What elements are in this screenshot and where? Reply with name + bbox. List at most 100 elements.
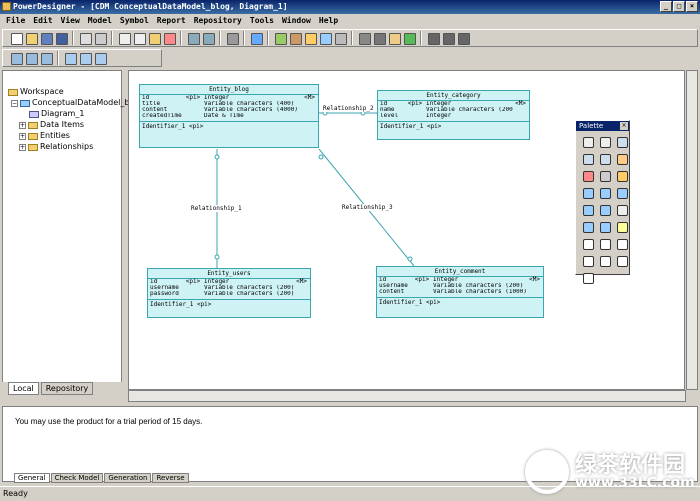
new-icon[interactable] (9, 31, 23, 45)
pencil-icon[interactable] (387, 31, 401, 45)
tab-repository[interactable]: Repository (40, 382, 94, 395)
menu-help[interactable]: Help (319, 14, 338, 28)
paste-icon[interactable] (147, 31, 161, 45)
entity-users[interactable]: Entity_users id <pi> Integer <M> username Va… (147, 268, 311, 318)
rectangle-tool-icon[interactable] (614, 236, 629, 251)
palette-toggle-icon[interactable] (93, 51, 107, 65)
menu-repository[interactable]: Repository (194, 14, 242, 28)
entity-category[interactable]: Entity_category id <pi> Integer <M> name Var… (377, 90, 530, 140)
tree-item-workspace[interactable]: Workspace (8, 87, 64, 97)
generate-icon[interactable] (273, 31, 287, 45)
relationship-2-label[interactable]: Relationship_2 (323, 105, 374, 112)
pointer-tool-icon[interactable] (580, 134, 595, 149)
delete-tool-icon[interactable] (580, 168, 595, 183)
tab-reverse[interactable]: Reverse (152, 473, 189, 483)
window-icon[interactable] (63, 51, 77, 65)
output-toggle-icon[interactable] (24, 51, 38, 65)
menu-symbol[interactable]: Symbol (120, 14, 149, 28)
text-tool-icon[interactable] (614, 219, 629, 234)
collapse-icon[interactable]: − (11, 99, 18, 107)
vertical-scrollbar[interactable] (686, 70, 698, 390)
package-tool-icon[interactable] (614, 168, 629, 183)
relationship-tool-icon[interactable] (597, 185, 612, 200)
tree-item-data-items[interactable]: + Data Items (19, 120, 84, 130)
redo-icon[interactable] (201, 31, 215, 45)
note-tool-icon[interactable] (580, 219, 595, 234)
back-icon[interactable] (441, 31, 455, 45)
palette-close-button[interactable]: × (620, 122, 628, 130)
reverse-icon[interactable] (288, 31, 302, 45)
arc-tool-icon[interactable] (597, 236, 612, 251)
delete-icon[interactable] (162, 31, 176, 45)
print-preview-icon[interactable] (93, 31, 107, 45)
entity-identifier: Identifier_1 <pi> (148, 299, 310, 309)
maximize-button[interactable]: □ (673, 1, 685, 12)
polyline-tool-icon[interactable] (614, 253, 629, 268)
cut-icon[interactable] (117, 31, 131, 45)
line-tool-icon[interactable] (580, 236, 595, 251)
diagram-icon[interactable] (78, 51, 92, 65)
palette-title-bar[interactable]: Palette × (576, 121, 629, 131)
menu-file[interactable]: File (6, 14, 25, 28)
compare-icon[interactable] (318, 31, 332, 45)
relationship-3-label[interactable]: Relationship_3 (342, 204, 393, 211)
file-tool-icon[interactable] (614, 202, 629, 217)
menu-view[interactable]: View (61, 14, 80, 28)
entity-blog[interactable]: Entity_blog id <pi> Integer <M> title Variab… (139, 84, 319, 148)
open-diagram-icon[interactable] (614, 151, 629, 166)
zoom-out-icon[interactable] (597, 151, 612, 166)
browser-toggle-icon[interactable] (9, 51, 23, 65)
save-icon[interactable] (39, 31, 53, 45)
inheritance-tool-icon[interactable] (580, 202, 595, 217)
undo-icon[interactable] (186, 31, 200, 45)
tree-item-model[interactable]: − ConceptualDataModel_b (11, 98, 129, 108)
entity-tool-icon[interactable] (580, 185, 595, 200)
ellipse-tool-icon[interactable] (580, 253, 595, 268)
tab-generation[interactable]: Generation (104, 473, 152, 483)
result-list-icon[interactable] (39, 51, 53, 65)
polygon-tool-icon[interactable] (580, 270, 595, 285)
tree-item-diagram[interactable]: Diagram_1 (29, 109, 84, 119)
tab-general[interactable]: General (14, 473, 50, 483)
check-model-icon[interactable] (249, 31, 263, 45)
print-icon[interactable] (78, 31, 92, 45)
tab-check-model[interactable]: Check Model (50, 473, 104, 483)
note-link-tool-icon[interactable] (597, 219, 612, 234)
association-tool-icon[interactable] (614, 185, 629, 200)
copy-icon[interactable] (132, 31, 146, 45)
relationship-1-label[interactable]: Relationship_1 (191, 205, 242, 212)
expand-icon[interactable]: + (19, 121, 26, 129)
menu-window[interactable]: Window (282, 14, 311, 28)
open-icon[interactable] (24, 31, 38, 45)
menu-model[interactable]: Model (88, 14, 112, 28)
rounded-rectangle-tool-icon[interactable] (597, 253, 612, 268)
tab-local[interactable]: Local (8, 382, 39, 395)
properties-icon[interactable] (225, 31, 239, 45)
minimize-button[interactable]: _ (660, 1, 672, 12)
close-button[interactable]: × (686, 1, 698, 12)
save-all-icon[interactable] (54, 31, 68, 45)
tree-item-entities[interactable]: + Entities (19, 131, 70, 141)
entity-comment[interactable]: Entity_comment id <pi> Integer <M> username… (376, 266, 544, 318)
align-icon[interactable] (426, 31, 440, 45)
properties-tool-icon[interactable] (597, 168, 612, 183)
palette-window[interactable]: Palette × (575, 120, 630, 284)
tree-item-relationships[interactable]: + Relationships (19, 142, 93, 152)
merge-icon[interactable] (333, 31, 347, 45)
line-icon[interactable] (372, 31, 386, 45)
expand-icon[interactable]: + (19, 143, 26, 151)
browser-panel[interactable]: Workspace − ConceptualDataModel_b Diagra… (2, 70, 129, 398)
menu-tools[interactable]: Tools (250, 14, 274, 28)
menu-report[interactable]: Report (157, 14, 186, 28)
zoom-tool-icon[interactable] (614, 134, 629, 149)
zoom-in-icon[interactable] (580, 151, 595, 166)
menu-edit[interactable]: Edit (33, 14, 52, 28)
forward-icon[interactable] (456, 31, 470, 45)
link-tool-icon[interactable] (597, 202, 612, 217)
horizontal-scrollbar[interactable] (128, 390, 686, 402)
text-font-icon[interactable] (402, 31, 416, 45)
grabber-tool-icon[interactable] (597, 134, 612, 149)
expand-icon[interactable]: + (19, 132, 26, 140)
report-icon[interactable] (303, 31, 317, 45)
fill-icon[interactable] (357, 31, 371, 45)
